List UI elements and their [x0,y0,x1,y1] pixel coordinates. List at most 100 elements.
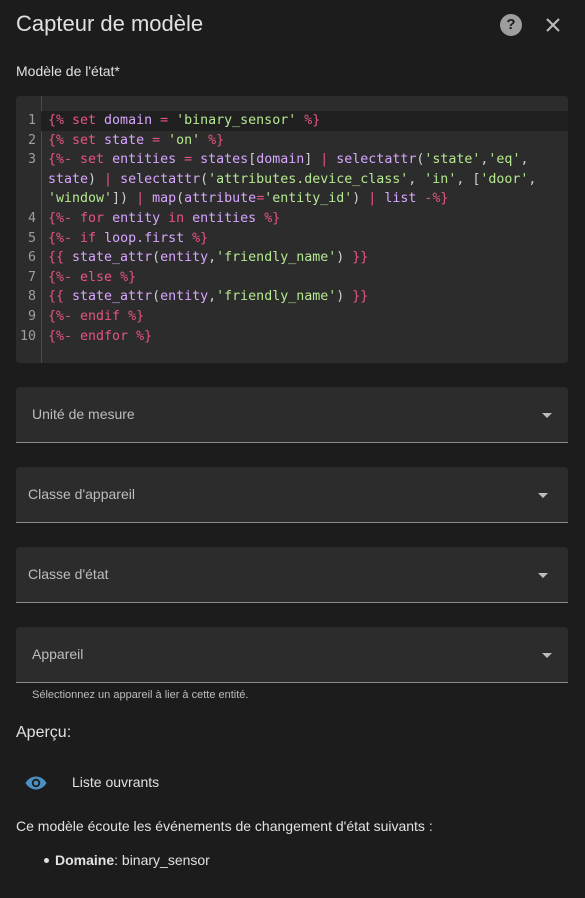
code-token: {%- [48,328,73,344]
line-number: 7 [27,269,36,285]
code-token: 'friendly_name' [216,250,337,266]
code-line[interactable]: 2 {% set state = 'on' %} [28,131,560,151]
code-line[interactable]: 1 {% set domain = 'binary_sensor' %} [28,111,568,131]
code-line[interactable]: 10 {%- endfor %} [20,327,560,347]
dropdown-arrow-icon[interactable] [542,413,552,418]
code-token: set [64,113,105,128]
code-token: endif [72,308,129,324]
code-line[interactable]: 9 {%- endif %} [28,307,560,327]
code-line[interactable]: 6 {{ state_attr(entity,'friendly_name') }… [28,248,560,268]
code-token: = [176,152,201,168]
code-token: %} [136,328,153,344]
code-token: selectattr [336,152,417,168]
code-token: 'in' [424,171,457,187]
code-token: loop.first [104,230,185,246]
code-token: 'entity_id' [264,191,353,207]
code-area[interactable]: 1 {% set domain = 'binary_sensor' %} 2 {% s… [20,111,568,347]
code-line[interactable]: state) | selectattr('attributes.device_c… [48,170,560,190]
listener-list: Domaine: binary_sensor [44,852,210,868]
line-number: 4 [27,210,36,226]
state-class-select[interactable]: Classe d'état [16,547,568,603]
listener-key: Domaine [55,852,115,868]
device-helper-text: Sélectionnez un appareil à lier à cette … [32,689,249,701]
bullet-icon [44,857,49,863]
code-token: 'state' [424,152,481,168]
code-token: if [72,230,105,246]
code-token: ]) [112,191,137,207]
code-token: -%} [416,191,449,207]
code-token: ( [176,191,185,207]
dropdown-arrow-icon[interactable] [538,573,548,578]
line-number: 5 [27,230,36,246]
code-line[interactable]: 8 {{ state_attr(entity,'friendly_name') }… [28,287,560,307]
code-token: entity [112,210,161,226]
code-token: | [136,191,153,207]
close-icon[interactable] [543,15,563,35]
line-number: 6 [27,250,36,266]
help-icon[interactable]: ? [500,14,522,36]
code-token: %} [184,230,209,246]
line-number: 8 [27,289,36,305]
code-token: {%- [48,210,73,226]
code-token: state_attr [64,250,153,266]
eye-icon [25,776,47,790]
code-token: map [152,191,177,207]
code-line[interactable]: 3 {%- set entities = states[domain] | sel… [28,150,560,170]
code-token: domain [256,152,305,168]
code-token: 'eq' [488,152,521,168]
code-token: {%- [48,308,73,324]
dropdown-arrow-icon[interactable] [542,653,552,658]
code-token: entities [192,210,257,226]
code-token: }} [352,289,369,305]
code-line[interactable]: 5 {%- if loop.first %} [28,229,560,249]
code-token: {%- [48,230,73,246]
code-token: %} [128,308,145,324]
line-number: 10 [19,328,36,344]
code-token: 'on' [168,132,201,148]
dialog-header: Capteur de modèle ? [16,10,569,42]
code-line[interactable]: 'window']) | map(attribute='entity_id') … [48,189,560,209]
code-token: %} [200,132,225,148]
code-token: ) [336,289,353,305]
listen-description: Ce modèle écoute les événements de chang… [16,818,433,834]
code-token: 'friendly_name' [216,289,337,305]
code-token: 'binary_sensor' [176,113,297,128]
code-token: states [200,152,249,168]
code-token: {% [48,113,65,128]
list-item: Domaine: binary_sensor [44,852,210,868]
code-token: , [208,250,217,266]
code-token: }} [352,250,369,266]
preview-entity-name: Liste ouvrants [72,774,160,790]
code-token: state [104,132,145,148]
code-token: ( [152,289,161,305]
code-line[interactable]: 7 {%- else %} [28,268,560,288]
select-label: Unité de mesure [32,406,135,422]
code-line[interactable]: 4 {%- for entity in entities %} [28,209,560,229]
unit-of-measurement-select[interactable]: Unité de mesure [16,387,568,443]
line-number: 1 [27,113,36,128]
code-token: for [72,210,113,226]
code-token: , [208,289,217,305]
state-template-editor[interactable]: 1 {% set domain = 'binary_sensor' %} 2 {% s… [16,96,568,363]
code-token: | [104,171,121,187]
code-token: [ [248,152,257,168]
code-token: list [384,191,417,207]
code-token: %} [296,113,321,128]
preview-entity-row[interactable]: Liste ouvrants [16,768,568,798]
code-token: ) [336,250,353,266]
state-template-label: Modèle de l'état* [16,63,120,79]
device-class-select[interactable]: Classe d'appareil [16,467,568,523]
code-token: else [72,269,121,285]
code-token: ) [88,171,105,187]
listener-value: : binary_sensor [114,852,210,868]
code-token: state [48,171,89,187]
code-token: entities [112,152,177,168]
device-select[interactable]: Appareil [16,627,568,683]
dropdown-arrow-icon[interactable] [538,493,548,498]
code-token: , [408,171,425,187]
code-token: %} [256,210,281,226]
code-token: selectattr [120,171,201,187]
code-token: domain [104,113,153,128]
code-token: {%- [48,152,73,168]
code-token: in [160,210,193,226]
